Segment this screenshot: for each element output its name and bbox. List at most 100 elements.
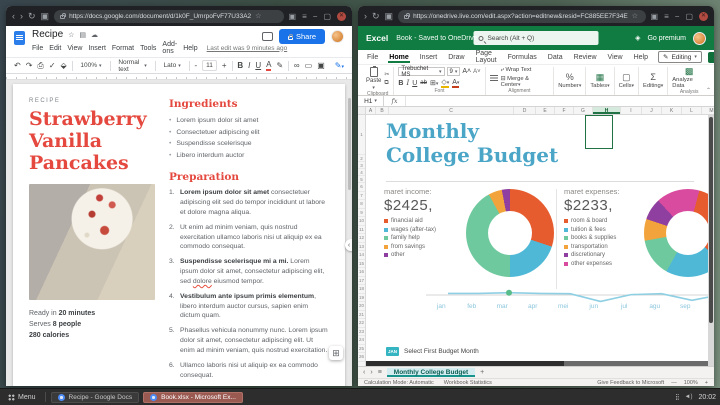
- font-select[interactable]: Lato▾: [161, 61, 184, 70]
- ribbon-tab-home[interactable]: Home: [388, 52, 409, 63]
- address-bar[interactable]: https://docs.google.com/document/d/1k0F_…: [54, 10, 283, 23]
- column-header-M[interactable]: M: [702, 107, 714, 114]
- column-header-J[interactable]: J: [642, 107, 662, 114]
- italic-button[interactable]: I: [406, 79, 409, 87]
- undo-icon[interactable]: ↶: [14, 62, 21, 70]
- last-edit-link[interactable]: Last edit was 9 minutes ago: [207, 45, 288, 52]
- zoom-select[interactable]: 100%▾: [77, 61, 104, 70]
- search-input[interactable]: Search (Alt + Q): [474, 31, 599, 45]
- row-header-6[interactable]: 6: [358, 183, 365, 192]
- collapse-panel-icon[interactable]: ‹: [345, 239, 352, 251]
- increase-font-icon[interactable]: +: [222, 62, 227, 70]
- row-header-22[interactable]: 22: [358, 319, 365, 328]
- cut-icon[interactable]: ✂: [384, 71, 389, 78]
- volume-icon[interactable]: ◄): [685, 394, 693, 400]
- open-comments-icon[interactable]: [262, 32, 273, 41]
- zoom-level[interactable]: 100%: [684, 380, 698, 386]
- sheet-canvas[interactable]: MonthlyCollege Budget maret income: $242…: [366, 115, 708, 366]
- column-header-K[interactable]: K: [662, 107, 682, 114]
- editing-button[interactable]: Σ Editing▾: [643, 73, 663, 89]
- add-sheet-button[interactable]: +: [480, 369, 484, 376]
- sheet-nav-right-icon[interactable]: ›: [370, 369, 372, 376]
- forward-icon[interactable]: ›: [364, 12, 367, 21]
- calc-mode-status[interactable]: Calculation Mode: Automatic: [364, 380, 434, 386]
- ribbon-tab-view[interactable]: View: [607, 52, 624, 63]
- decrease-font-icon[interactable]: -: [194, 62, 197, 70]
- row-header-10[interactable]: 10: [358, 217, 365, 226]
- ribbon-tab-file[interactable]: File: [366, 52, 379, 63]
- menu-help[interactable]: Help: [183, 45, 197, 52]
- spellcheck-icon[interactable]: ✓: [49, 62, 56, 70]
- vertical-scrollbar[interactable]: [708, 115, 714, 366]
- copy-icon[interactable]: ⧉: [384, 80, 389, 87]
- menu-view[interactable]: View: [67, 45, 82, 52]
- align-icons[interactable]: [490, 75, 498, 81]
- highlight-icon[interactable]: ✎: [276, 62, 283, 70]
- doc-title[interactable]: Recipe: [32, 29, 63, 40]
- ribbon-tab-data[interactable]: Data: [547, 52, 564, 63]
- row-header-25[interactable]: 25: [358, 345, 365, 354]
- bold-icon[interactable]: B: [237, 62, 243, 70]
- income-donut-chart[interactable]: [466, 189, 554, 277]
- ribbon-tab-formulas[interactable]: Formulas: [507, 52, 538, 63]
- go-premium-link[interactable]: Go premium: [647, 35, 686, 42]
- redo-icon[interactable]: ↷: [26, 62, 33, 70]
- column-header-B[interactable]: B: [376, 107, 389, 114]
- row-header-7[interactable]: 7: [358, 192, 365, 201]
- strikethrough-button[interactable]: ab: [420, 80, 427, 86]
- font-color-icon[interactable]: A▾: [452, 79, 459, 88]
- forward-icon[interactable]: ›: [20, 12, 23, 21]
- folder-icon[interactable]: ▤: [79, 31, 86, 39]
- account-avatar[interactable]: [331, 30, 344, 43]
- star-icon[interactable]: ☆: [68, 31, 74, 39]
- excel-app-name[interactable]: Excel: [366, 33, 388, 43]
- ribbon-tab-insert[interactable]: Insert: [419, 52, 439, 63]
- row-header-9[interactable]: 9: [358, 209, 365, 218]
- ribbon-tab-draw[interactable]: Draw: [447, 52, 465, 63]
- share-button[interactable]: Share: [708, 52, 714, 63]
- row-header-3[interactable]: 3: [358, 162, 365, 169]
- ribbon-tab-review[interactable]: Review: [573, 52, 598, 63]
- analyze-data-button[interactable]: ▩ Analyze Data: [672, 67, 706, 89]
- bold-button[interactable]: B: [398, 80, 403, 87]
- column-header-L[interactable]: L: [682, 107, 702, 114]
- row-header-2[interactable]: 2: [358, 155, 365, 162]
- formula-input[interactable]: [406, 96, 714, 106]
- income-chart-block[interactable]: maret income: $2425, financial aidwages …: [384, 187, 554, 291]
- budget-note[interactable]: JAN Select First Budget Month: [386, 347, 479, 356]
- borders-icon[interactable]: ⊞▾: [430, 79, 438, 87]
- extensions-icon[interactable]: ▣: [651, 12, 659, 21]
- row-header-26[interactable]: 26: [358, 353, 365, 362]
- menu-addons[interactable]: Add-ons: [162, 41, 177, 55]
- menu-insert[interactable]: Insert: [88, 45, 106, 52]
- collapse-ribbon-icon[interactable]: ⌃: [706, 87, 711, 94]
- row-header-21[interactable]: 21: [358, 311, 365, 320]
- number-format-button[interactable]: % Number▾: [558, 73, 581, 89]
- sheet-list-icon[interactable]: ≡: [378, 369, 382, 376]
- bookmark-star-icon[interactable]: ☆: [632, 13, 638, 20]
- column-header-I[interactable]: I: [621, 107, 642, 114]
- task-button-book-xlsx-microsoft-ex-[interactable]: Book.xlsx - Microsoft Ex...: [143, 392, 243, 403]
- row-header-20[interactable]: 20: [358, 302, 365, 311]
- extensions-icon[interactable]: ▣: [289, 12, 297, 21]
- expenses-chart-block[interactable]: maret expenses: $2233, room & boardtuiti…: [564, 187, 706, 291]
- underline-button[interactable]: U: [412, 80, 417, 87]
- expenses-donut-chart[interactable]: [644, 189, 708, 277]
- merge-center-button[interactable]: ⊟ Merge & Center▾: [501, 76, 550, 88]
- column-header-G[interactable]: G: [574, 107, 593, 114]
- browser-menu-icon[interactable]: ≡: [664, 12, 669, 21]
- paint-format-icon[interactable]: ⬙: [61, 62, 67, 70]
- workbook-title[interactable]: Book - Saved to OneDrive▾: [396, 35, 483, 42]
- row-header-23[interactable]: 23: [358, 328, 365, 337]
- ribbon-tab-page-layout[interactable]: Page Layout: [475, 48, 498, 66]
- back-icon[interactable]: ‹: [12, 12, 15, 21]
- row-header-12[interactable]: 12: [358, 234, 365, 243]
- explore-button[interactable]: ⊞: [329, 346, 343, 360]
- fill-color-icon[interactable]: ◇▾: [441, 78, 449, 88]
- select-all-cell[interactable]: [358, 107, 366, 114]
- share-button[interactable]: Share: [279, 29, 325, 44]
- wrap-text-button[interactable]: ⤶ Wrap Text: [501, 67, 550, 74]
- task-button-recipe-google-docs[interactable]: Recipe - Google Docs: [51, 392, 140, 403]
- sheet-tab-monthly-college-budget[interactable]: Monthly College Budget: [387, 368, 475, 377]
- font-name-select[interactable]: Trebuchet MS▾: [398, 67, 444, 76]
